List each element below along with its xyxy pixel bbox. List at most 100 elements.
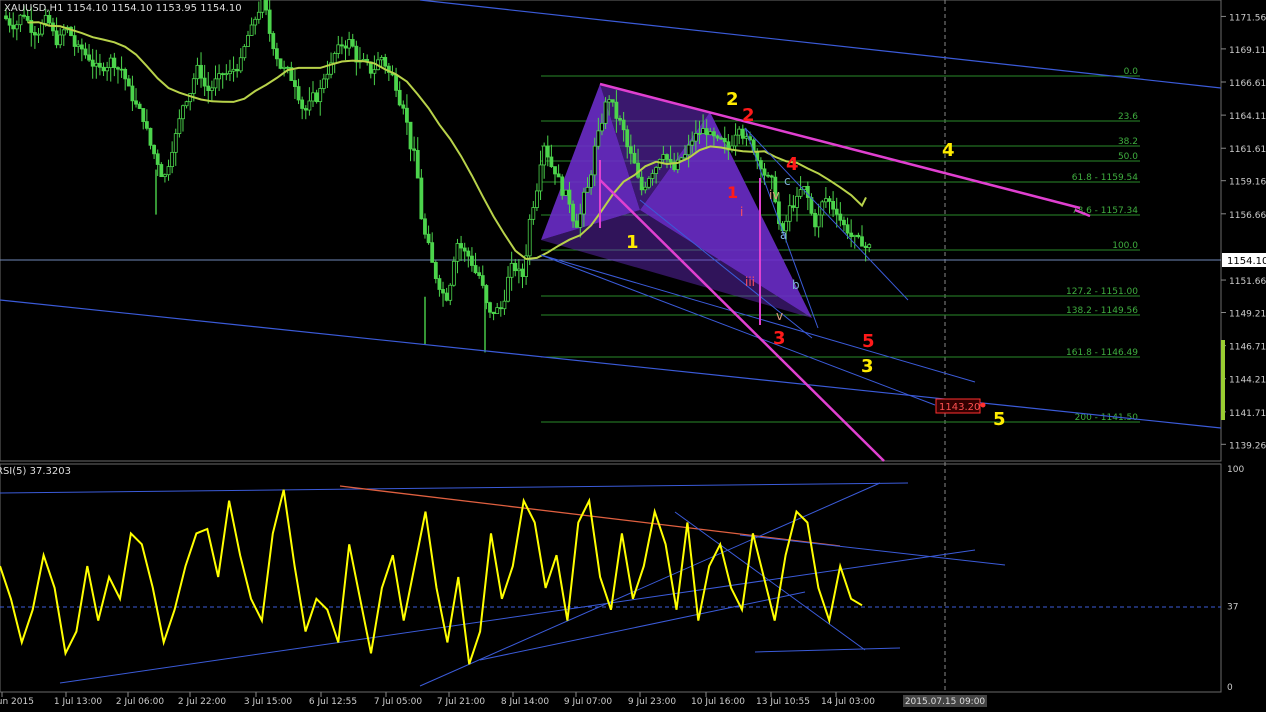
candle-body	[231, 68, 236, 72]
rsi-tick-label: 37	[1227, 602, 1238, 612]
candle-body	[513, 262, 518, 272]
candle-body	[206, 85, 211, 91]
candle-body	[708, 131, 713, 136]
candle-body	[325, 73, 330, 80]
candle-body	[412, 148, 417, 151]
candle-body	[58, 34, 63, 46]
candle-body	[307, 100, 312, 111]
candle-body	[112, 57, 117, 68]
wave-yellow-1: 1	[626, 232, 639, 253]
wave-minor-a: a	[780, 228, 787, 242]
candle-body	[119, 68, 124, 71]
candle-body	[260, 0, 265, 13]
candle-body	[76, 44, 81, 47]
candle-body	[719, 137, 724, 140]
candle-body	[466, 250, 471, 257]
time-tick-label: 1 Jul 13:00	[54, 697, 103, 707]
candle-body	[661, 154, 666, 160]
time-tick-label: 6 Jul 12:55	[309, 697, 357, 707]
candle-body	[25, 16, 30, 21]
fib-level-label: 0.0	[1124, 67, 1139, 77]
price-marker-label: 1143.20	[939, 402, 980, 413]
candle-body	[668, 159, 673, 163]
candle-body	[228, 70, 232, 75]
price-tick-label: 1171.56	[1229, 13, 1266, 23]
candle-body	[249, 24, 254, 36]
wave-red-4: 4	[786, 154, 799, 175]
fib-level-label: 38.2	[1118, 137, 1138, 147]
time-tick-label: 13 Jul 10:55	[756, 697, 810, 707]
candle-body	[574, 220, 579, 228]
candle-body	[163, 174, 167, 178]
trading-chart[interactable]: 0.0 23.6 38.2 50.0 61.8 - 1159.54 78.6 - 1157…	[0, 0, 1266, 708]
candle-body	[155, 153, 160, 165]
candle-body	[556, 173, 561, 178]
fib-level-label: 61.8 - 1159.54	[1072, 173, 1138, 183]
wave-yellow-2: 2	[726, 89, 739, 110]
candle-body	[722, 137, 727, 143]
candle-body	[343, 45, 348, 49]
candle-body	[101, 66, 106, 72]
candle-body	[271, 33, 276, 50]
price-marker-dot	[980, 402, 986, 408]
candle-body	[159, 164, 164, 178]
price-tick-label: 1151.66	[1229, 277, 1266, 287]
candle-body	[712, 131, 716, 137]
candle-body	[495, 307, 500, 315]
candle-body	[394, 74, 398, 91]
candle-body	[105, 67, 110, 72]
candle-body	[585, 187, 590, 193]
candle-body	[318, 88, 323, 103]
candle-body	[220, 73, 225, 76]
candle-body	[383, 57, 388, 67]
candle-body	[581, 191, 586, 215]
candle-body	[798, 189, 803, 197]
candle-body	[625, 129, 630, 148]
price-tick-label: 1141.71	[1229, 409, 1266, 419]
candle-body	[498, 307, 503, 310]
candle-body	[813, 212, 817, 228]
price-tick-label: 1149.21	[1229, 309, 1266, 319]
current-price-label: 1154.10	[1227, 256, 1266, 267]
candle-body	[665, 154, 669, 160]
candle-body	[22, 14, 26, 17]
candle-body	[195, 64, 200, 80]
candle-body	[72, 35, 77, 47]
price-tick-label: 1144.21	[1229, 376, 1266, 386]
candle-body	[488, 302, 492, 313]
candle-body	[462, 247, 467, 252]
candle-body	[553, 166, 557, 175]
candle-body	[43, 15, 48, 24]
candle-body	[274, 48, 279, 60]
candle-body	[293, 80, 297, 87]
candle-body	[40, 23, 45, 35]
candle-body	[4, 15, 8, 20]
candle-body	[816, 214, 821, 228]
candle-body	[7, 18, 12, 26]
candle-body	[852, 234, 857, 237]
candle-body	[36, 33, 41, 36]
candle-body	[697, 133, 702, 135]
candle-body	[766, 174, 770, 177]
candle-body	[18, 14, 23, 26]
candle-body	[527, 218, 532, 257]
candle-body	[408, 121, 413, 150]
candle-body	[108, 57, 113, 69]
price-tick-label: 1139.26	[1229, 441, 1266, 451]
time-tick-label: 14 Jul 03:00	[821, 697, 875, 707]
candle-body	[144, 121, 149, 129]
candle-body	[470, 255, 474, 266]
candle-body	[856, 234, 861, 238]
rsi-info: RSI(5) 37.3203	[0, 466, 71, 477]
rsi-tick-label: 100	[1227, 465, 1244, 475]
candle-body	[693, 133, 698, 142]
candle-body	[701, 128, 705, 134]
time-tick-label: Jun 2015	[0, 697, 34, 707]
candle-body	[535, 190, 539, 208]
candle-body	[520, 268, 525, 277]
candle-body	[148, 127, 153, 146]
candle-body	[509, 262, 514, 278]
candle-body	[166, 166, 171, 176]
candle-body	[867, 244, 872, 248]
candle-body	[654, 167, 659, 174]
